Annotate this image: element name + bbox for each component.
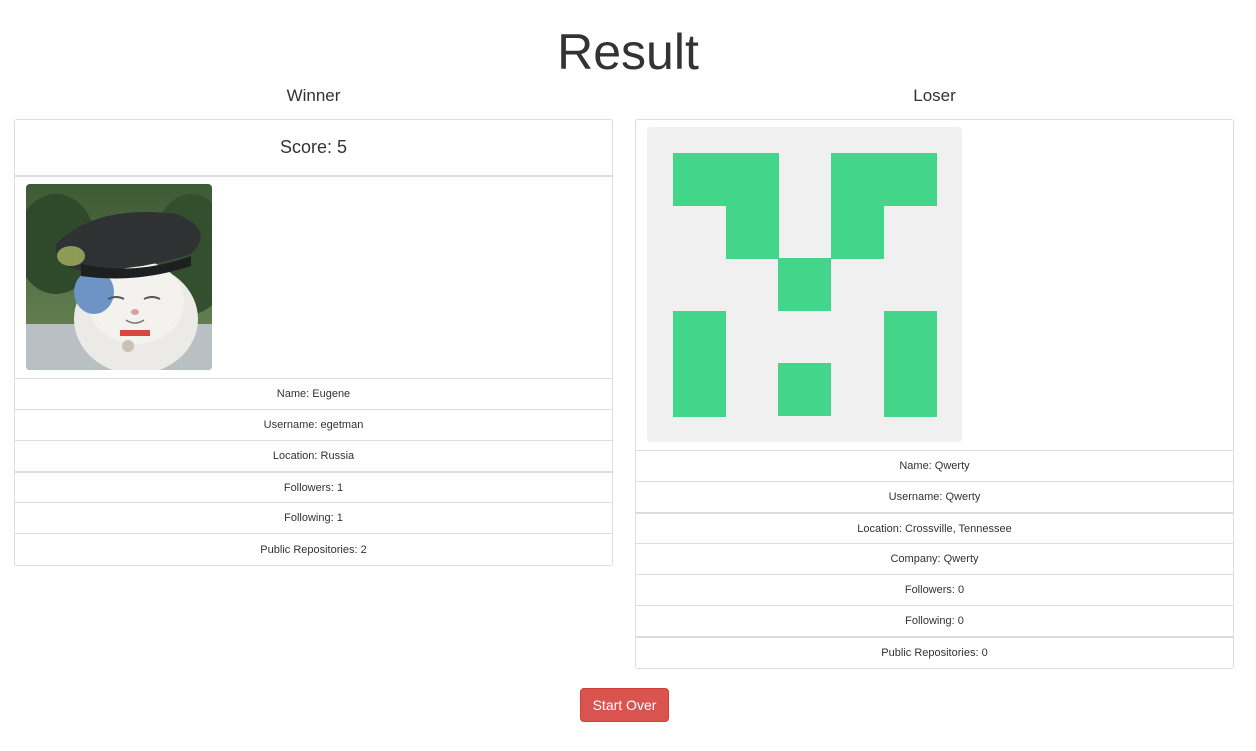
loser-company: Company: Qwerty (636, 544, 1233, 575)
winner-avatar (26, 184, 212, 370)
winner-public-repos: Public Repositories: 2 (260, 543, 367, 556)
winner-name: Name: Eugene (15, 379, 612, 410)
loser-card: Name: Qwerty Username: Qwerty Location: … (635, 119, 1234, 669)
page-title: Result (557, 24, 699, 80)
winner-heading: Winner (286, 86, 341, 105)
winner-following: Following: 1 (15, 503, 612, 534)
winner-card: Score: 5 Name: Eugene Username: egetman … (14, 119, 613, 566)
winner-username: Username: egetman (15, 410, 612, 441)
loser-avatar-identicon (647, 127, 962, 442)
loser-heading: Loser (913, 86, 956, 105)
start-over-button[interactable]: Start Over (580, 688, 669, 722)
winner-avatar-row (15, 177, 612, 379)
loser-following: Following: 0 (636, 606, 1233, 637)
winner-score: Score: 5 (15, 120, 612, 177)
loser-column: Loser Name: Qwerty Username: Qwerty Loca… (635, 86, 1234, 669)
loser-avatar-row (636, 120, 1233, 451)
winner-column: Winner Score: 5 Name: Eugene Username: e… (14, 86, 613, 566)
winner-location: Location: Russia (15, 441, 612, 472)
loser-location: Location: Crossville, Tennessee (636, 513, 1233, 544)
loser-username: Username: Qwerty (636, 482, 1233, 513)
loser-followers: Followers: 0 (636, 575, 1233, 606)
loser-name: Name: Qwerty (636, 451, 1233, 482)
winner-followers: Followers: 1 (15, 472, 612, 503)
loser-public-repos: Public Repositories: 0 (636, 637, 1233, 668)
